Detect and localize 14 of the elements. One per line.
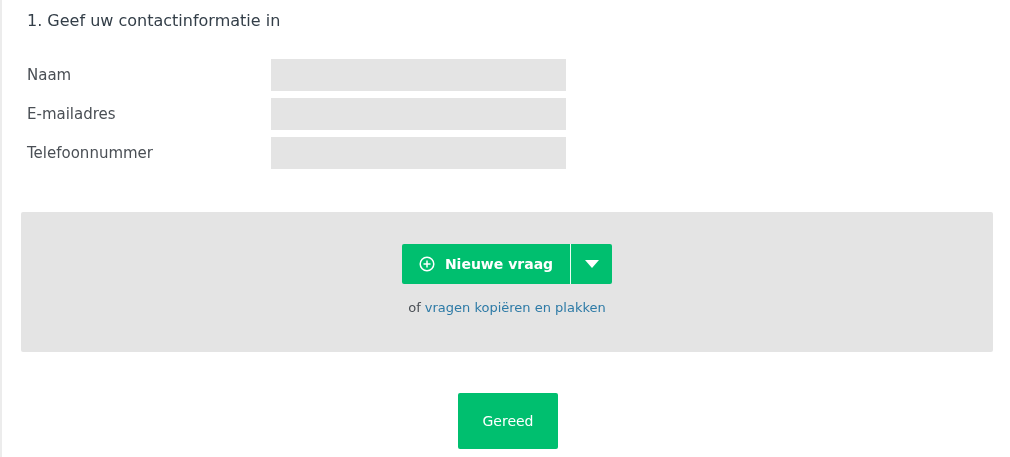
or-text: of [408,300,421,315]
copy-paste-link[interactable]: vragen kopiëren en plakken [424,300,606,315]
question-title: 1. Geef uw contactinformatie in [27,10,281,32]
plus-circle-icon [418,256,435,272]
input-field[interactable] [271,59,566,91]
input-field[interactable] [271,98,566,130]
done-button[interactable]: Gereed [458,393,558,449]
input-field[interactable] [271,137,566,169]
new-question-button[interactable]: Nieuwe vraag [402,244,571,284]
field-label: E-mailadres [27,105,117,123]
dropdown-button[interactable] [571,244,612,284]
field-label: Naam [27,66,73,84]
caret-icon [584,260,599,268]
field-label: Telefoonnummer [27,144,154,162]
